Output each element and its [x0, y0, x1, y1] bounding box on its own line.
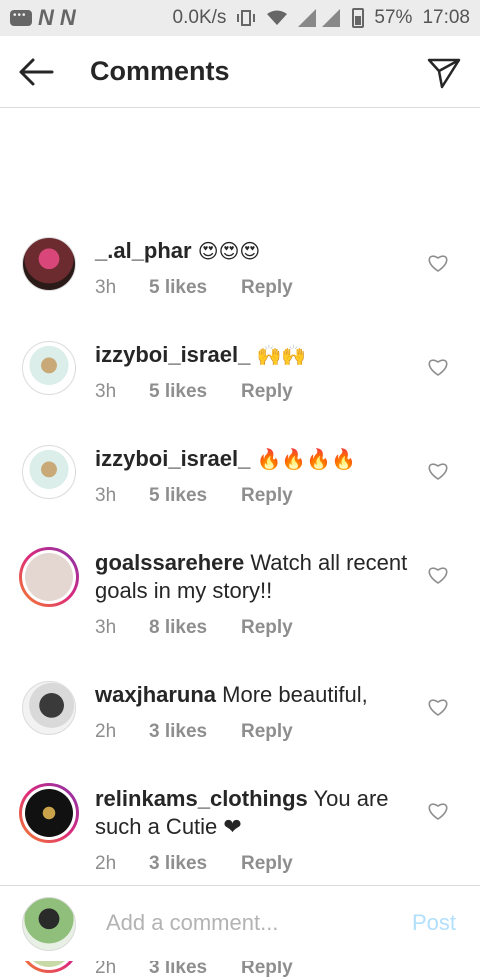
avatar[interactable] — [22, 445, 76, 499]
status-bar: N N 0.0K/s 57% 17:08 — [0, 0, 480, 36]
n-icon: N — [59, 5, 76, 30]
comment-likes[interactable]: 5 likes — [149, 277, 241, 299]
own-avatar — [22, 897, 76, 951]
comment-input[interactable]: Add a comment... — [106, 910, 278, 936]
avatar[interactable] — [19, 783, 79, 843]
comment-time: 2h — [95, 721, 117, 742]
like-heart-icon[interactable] — [428, 254, 448, 272]
like-heart-icon[interactable] — [428, 358, 448, 376]
signal-icon — [298, 9, 341, 27]
comment-time: 3h — [95, 381, 117, 402]
comment-likes[interactable]: 5 likes — [149, 381, 241, 403]
back-arrow-icon[interactable] — [18, 57, 54, 87]
comment-username[interactable]: _.al_phar — [95, 238, 192, 263]
comment-composer: Add a comment... Post — [0, 885, 480, 961]
comment-text: _.al_phar 😍😍😍 — [95, 237, 410, 266]
reply-button[interactable]: Reply — [241, 617, 293, 639]
post-button[interactable]: Post — [412, 910, 456, 936]
battery-icon — [352, 8, 365, 28]
app-bar: Comments — [0, 36, 480, 108]
comment-meta: 3h 8 likes Reply — [95, 617, 293, 639]
reply-button[interactable]: Reply — [241, 721, 293, 743]
battery-percent: 57% — [374, 7, 413, 28]
comment-time: 3h — [95, 617, 117, 638]
comment-meta: 3h 5 likes Reply — [95, 277, 293, 299]
page-title: Comments — [90, 56, 230, 86]
comment-time: 3h — [95, 485, 117, 506]
comment-username[interactable]: relinkams_clothings — [95, 786, 308, 811]
comment-username[interactable]: goalssarehere — [95, 550, 244, 575]
like-heart-icon[interactable] — [428, 802, 448, 820]
comment-likes[interactable]: 3 likes — [149, 853, 241, 875]
vibrate-icon — [237, 10, 256, 26]
comment-text: waxjharuna More beautiful, — [95, 681, 410, 709]
comment-meta: 2h 3 likes Reply — [95, 721, 293, 743]
comment-likes[interactable]: 5 likes — [149, 485, 241, 507]
comment-username[interactable]: izzyboi_israel_ — [95, 446, 250, 471]
comment-meta: 2h 3 likes Reply — [95, 853, 293, 875]
chat-icon — [10, 10, 32, 26]
reply-button[interactable]: Reply — [241, 381, 293, 403]
avatar[interactable] — [22, 341, 76, 395]
reply-button[interactable]: Reply — [241, 277, 293, 299]
comment-body: 😍😍😍 — [197, 241, 261, 263]
reply-button[interactable]: Reply — [241, 853, 293, 875]
comment-body: More beautiful, — [222, 682, 368, 707]
like-heart-icon[interactable] — [428, 698, 448, 716]
wifi-icon — [267, 10, 288, 25]
avatar[interactable] — [19, 547, 79, 607]
reply-button[interactable]: Reply — [241, 485, 293, 507]
like-heart-icon[interactable] — [428, 566, 448, 584]
comment-username[interactable]: waxjharuna — [95, 682, 216, 707]
comment-likes[interactable]: 3 likes — [149, 721, 241, 743]
avatar[interactable] — [22, 237, 76, 291]
comment-likes[interactable]: 8 likes — [149, 617, 241, 639]
comment-body: 🙌🙌 — [256, 345, 307, 367]
avatar[interactable] — [22, 681, 76, 735]
comment-username[interactable]: izzyboi_israel_ — [95, 342, 250, 367]
comment-text: relinkams_clothings You are such a Cutie… — [95, 785, 410, 841]
network-speed: 0.0K/s — [172, 7, 227, 28]
comment-text: izzyboi_israel_ 🙌🙌 — [95, 341, 410, 370]
comment-text: izzyboi_israel_ 🔥🔥🔥🔥 — [95, 445, 410, 474]
n-icon: N — [38, 5, 54, 30]
direct-message-icon[interactable] — [426, 54, 462, 90]
comment-text: goalssarehere Watch all recent goals in … — [95, 549, 410, 605]
comment-meta: 3h 5 likes Reply — [95, 485, 293, 507]
like-heart-icon[interactable] — [428, 462, 448, 480]
comment-time: 3h — [95, 277, 117, 298]
clock: 17:08 — [422, 7, 470, 28]
comment-body: 🔥🔥🔥🔥 — [256, 449, 357, 471]
comment-meta: 3h 5 likes Reply — [95, 381, 293, 403]
comment-time: 2h — [95, 853, 117, 874]
